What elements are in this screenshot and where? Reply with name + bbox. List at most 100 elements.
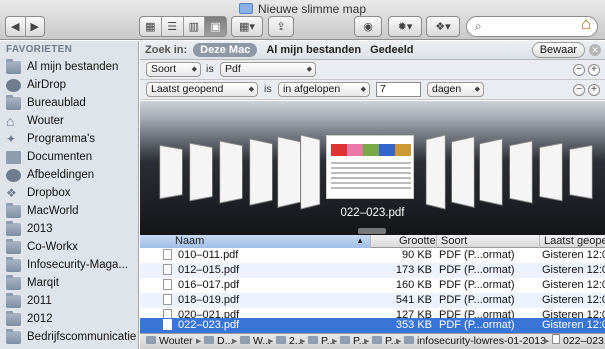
file-name: 022–023.pdf — [178, 319, 240, 331]
table-row[interactable]: 010–011.pdf 90 KB PDF (P...ormat) Gister… — [140, 248, 605, 263]
icon-view-button[interactable]: ▦ — [140, 17, 162, 36]
airdrop-icon — [6, 78, 21, 92]
coverflow-page[interactable] — [539, 142, 563, 202]
coverflow-page[interactable] — [451, 136, 475, 208]
path-crumb[interactable]: 022–023.pdf — [552, 334, 605, 349]
column-view-icon: ▥ — [188, 21, 200, 33]
save-search-button[interactable]: Bewaar — [531, 42, 585, 58]
remove-rule-icon[interactable]: − — [573, 84, 585, 96]
sidebar-item-label: Documenten — [27, 151, 93, 163]
coverflow-view[interactable]: 022–023.pdf — [140, 101, 605, 235]
path-crumb[interactable]: infosecurity-lowres-01-2013 — [404, 334, 546, 349]
close-search-icon[interactable]: ✕ — [589, 44, 601, 56]
table-row-selected[interactable]: 022–023.pdf 353 KB PDF (P...ormat) Giste… — [140, 318, 605, 333]
coverflow-page[interactable] — [249, 138, 273, 206]
path-separator-icon: ▸ — [300, 335, 306, 347]
path-crumb[interactable]: Wouter — [146, 334, 193, 349]
page-text-line — [331, 182, 411, 184]
file-kind: PDF (P...ormat) — [439, 294, 515, 306]
applications-icon: ✦ — [6, 131, 17, 146]
path-crumb[interactable]: W... — [240, 334, 271, 349]
back-button[interactable]: ◀ — [6, 17, 26, 36]
sidebar-item-label: Programma's — [27, 133, 96, 145]
page-text-line — [331, 167, 411, 169]
file-name-cell: 016–017.pdf — [163, 278, 363, 293]
column-header-kind[interactable]: Soort — [436, 235, 539, 248]
sidebar-item-infosecurity[interactable]: Infosecurity-Maga... — [6, 256, 138, 274]
sidebar-item-macworld[interactable]: MacWorld — [6, 202, 138, 220]
add-rule-icon[interactable]: + — [588, 84, 600, 96]
coverflow-page[interactable] — [300, 134, 321, 210]
sidebar-item-desktop[interactable]: Bureaublad — [6, 94, 138, 112]
quicklook-button[interactable]: ◉ — [354, 16, 382, 37]
coverflow-page[interactable] — [479, 138, 503, 206]
add-rule-icon[interactable]: + — [588, 64, 600, 76]
scope-shared-button[interactable]: Gedeeld — [370, 44, 413, 56]
path-crumb-label: D... — [217, 335, 234, 347]
rule-field-popup[interactable]: Soort — [146, 62, 201, 77]
column-header-name[interactable]: Naam ▲ — [140, 235, 370, 248]
coverflow-page[interactable] — [219, 140, 243, 204]
page-text-line — [331, 187, 411, 189]
sidebar-item-home[interactable]: ⌂ Wouter — [6, 112, 138, 130]
rule-value-popup[interactable]: Pdf — [220, 62, 316, 77]
column-header-last-opened[interactable]: Laatst geopend — [539, 235, 605, 248]
sidebar-item-bedrijfscommunicatie[interactable]: Bedrijfscommunicatie — [6, 328, 138, 346]
file-last-opened: Gisteren 12:07 — [542, 249, 605, 261]
dropbox-icon: ❖ — [6, 185, 17, 200]
sidebar-item-pictures[interactable]: Afbeeldingen — [6, 166, 138, 184]
sidebar-item-2011[interactable]: 2011 — [6, 292, 138, 310]
home-icon: ⌂ — [6, 112, 15, 129]
action-button[interactable]: ✹▾ — [388, 16, 422, 37]
file-size: 160 KB — [395, 279, 432, 291]
coverflow-page[interactable] — [277, 136, 301, 208]
file-last-opened: Gisteren 12:07 — [542, 319, 605, 331]
rule-unit-popup[interactable]: dagen — [427, 82, 484, 97]
sidebar-item-label: Dropbox — [27, 187, 71, 199]
sidebar-item-marqit[interactable]: Marqit — [6, 274, 138, 292]
column-view-button[interactable]: ▥ — [184, 17, 206, 36]
sidebar-item-applications[interactable]: ✦ Programma's — [6, 130, 138, 148]
page-text-line — [331, 162, 411, 164]
sidebar-item-all-files[interactable]: Al mijn bestanden — [6, 58, 138, 76]
coverflow-view-button[interactable]: ▣ — [205, 17, 226, 36]
sidebar-item-dropbox[interactable]: ❖ Dropbox — [6, 184, 138, 202]
arrange-button[interactable]: ▦▾ — [231, 16, 263, 37]
sidebar-item-label: Bedrijfscommunicatie — [27, 331, 137, 343]
dropbox-button[interactable]: ❖▾ — [426, 16, 460, 37]
coverflow-page[interactable] — [569, 144, 593, 200]
rule-condition-popup[interactable]: in afgelopen — [278, 82, 370, 97]
rule-operator-label: is — [264, 83, 272, 95]
sidebar-item-co-workx[interactable]: Co-Workx — [6, 238, 138, 256]
coverflow-page[interactable] — [189, 142, 213, 202]
table-row[interactable]: 016–017.pdf 160 KB PDF (P...ormat) Giste… — [140, 278, 605, 293]
forward-button[interactable]: ▶ — [26, 17, 45, 36]
column-header-size[interactable]: Grootte — [370, 235, 436, 248]
coverflow-selected-page[interactable] — [326, 135, 414, 199]
file-kind: PDF (P...ormat) — [439, 319, 515, 331]
rule-number-field[interactable]: 7 — [376, 82, 421, 97]
scope-all-files-button[interactable]: Al mijn bestanden — [266, 44, 361, 56]
coverflow-page[interactable] — [159, 144, 183, 200]
sidebar-item-airdrop[interactable]: AirDrop — [6, 76, 138, 94]
home-icon[interactable]: ⌂ — [581, 14, 601, 36]
coverflow-page[interactable] — [425, 134, 446, 210]
coverflow-scrollbar-thumb[interactable] — [358, 228, 386, 234]
column-label: Laatst geopend — [544, 235, 605, 247]
folder-icon — [6, 202, 21, 218]
share-button[interactable]: ⇪ — [268, 16, 294, 37]
column-label: Soort — [441, 235, 468, 247]
coverflow-page[interactable] — [509, 140, 533, 204]
table-row[interactable]: 018–019.pdf 541 KB PDF (P...ormat) Giste… — [140, 293, 605, 308]
table-row[interactable]: 012–015.pdf 173 KB PDF (P...ormat) Giste… — [140, 263, 605, 278]
sidebar-item-2013[interactable]: 2013 — [6, 220, 138, 238]
path-crumb[interactable]: D... — [204, 334, 233, 349]
remove-rule-icon[interactable]: − — [573, 64, 585, 76]
search-input[interactable]: ⌕ — [466, 16, 598, 37]
sidebar-item-documents[interactable]: Documenten — [6, 148, 138, 166]
scope-this-mac-button[interactable]: Deze Mac — [193, 43, 258, 57]
rule-field-popup[interactable]: Laatst geopend — [146, 82, 258, 97]
column-label: Grootte — [399, 235, 436, 247]
list-view-button[interactable]: ☰ — [162, 17, 184, 36]
sidebar-item-2012[interactable]: 2012 — [6, 310, 138, 328]
